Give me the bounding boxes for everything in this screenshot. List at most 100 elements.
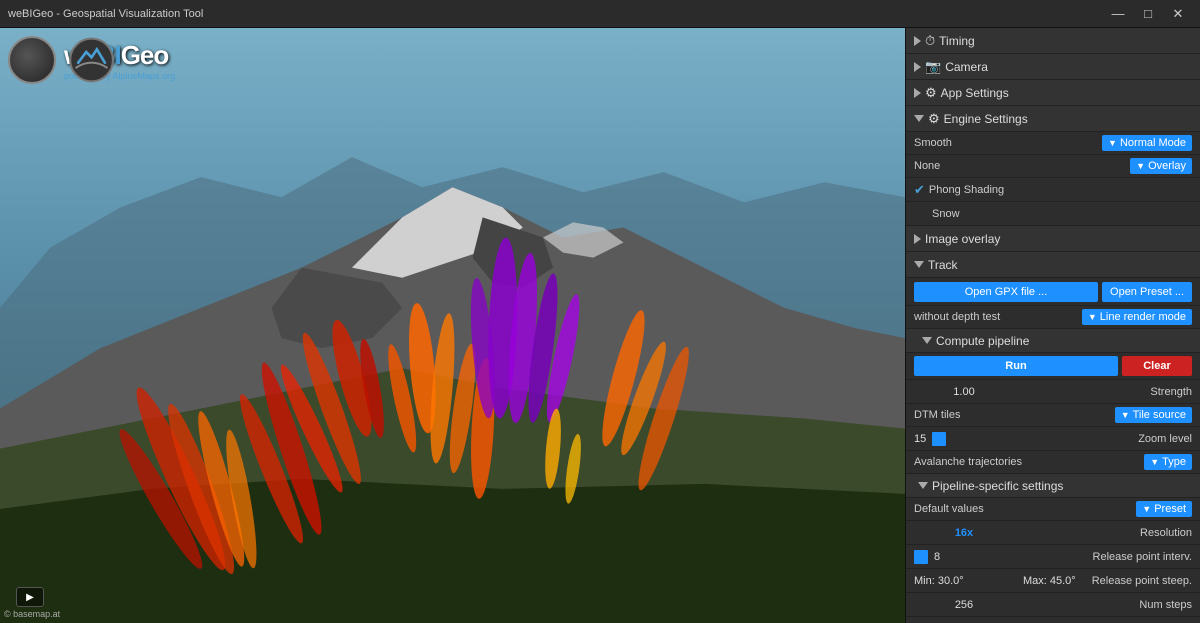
overlay-dropdown[interactable]: ▼ Overlay: [1130, 158, 1192, 174]
num-steps-row: 256 Num steps: [906, 593, 1200, 617]
image-overlay-header[interactable]: Image overlay: [906, 226, 1200, 252]
phong-checkmark-icon: ✔: [914, 182, 925, 198]
none-label: None: [914, 160, 940, 172]
strength-value: 1.00: [914, 386, 1014, 398]
camera-label: Camera: [945, 60, 988, 74]
terrain-svg: [0, 28, 905, 623]
strength-row: 1.00 Strength: [906, 380, 1200, 404]
titlebar: weBIGeo - Geospatial Visualization Tool …: [0, 0, 1200, 28]
image-overlay-label: Image overlay: [925, 232, 1000, 246]
num-steps-value: 256: [914, 599, 1014, 611]
default-values-row: Default values ▼ Preset: [906, 498, 1200, 521]
pipeline-specific-header[interactable]: Pipeline-specific settings: [906, 474, 1200, 498]
logo-icon: [8, 36, 56, 84]
preset-dropdown[interactable]: ▼ Preset: [1136, 501, 1192, 517]
engine-settings-gear-icon: ⚙: [928, 111, 940, 127]
zoom-level-label: Zoom level: [1138, 433, 1192, 445]
app-settings-expand-icon: [914, 88, 921, 98]
paths-row: 50000 Paths per release po.: [906, 617, 1200, 623]
snow-label: Snow: [914, 208, 960, 220]
line-render-mode-dropdown[interactable]: ▼ Line render mode: [1082, 309, 1192, 325]
track-section-header[interactable]: Track: [906, 252, 1200, 278]
overlay-label: Overlay: [1148, 160, 1186, 172]
app-settings-label: App Settings: [941, 86, 1009, 100]
timing-clock-icon: ⏱: [925, 33, 935, 49]
overlay-arrow-icon: ▼: [1136, 161, 1145, 171]
minimize-button[interactable]: —: [1104, 3, 1132, 25]
clear-button[interactable]: Clear: [1122, 356, 1192, 376]
normal-mode-label: Normal Mode: [1120, 137, 1186, 149]
default-values-label: Default values: [914, 503, 984, 515]
snow-row[interactable]: Snow: [906, 202, 1200, 226]
close-button[interactable]: ✕: [1164, 3, 1192, 25]
preset-arrow-icon: ▼: [1142, 504, 1151, 514]
timing-label: Timing: [939, 34, 975, 48]
play-button[interactable]: ▶: [16, 587, 44, 607]
normal-mode-dropdown[interactable]: ▼ Normal Mode: [1102, 135, 1192, 151]
open-gpx-button[interactable]: Open GPX file ...: [914, 282, 1098, 302]
app-settings-gear-icon: ⚙: [925, 85, 937, 101]
resolution-label: Resolution: [1140, 527, 1192, 539]
steepness-min-label: Min: 30.0°: [914, 575, 964, 587]
camera-section-header[interactable]: 📷 Camera: [906, 54, 1200, 80]
normal-mode-arrow-icon: ▼: [1108, 138, 1117, 148]
type-dropdown[interactable]: ▼ Type: [1144, 454, 1192, 470]
tile-source-label: Tile source: [1133, 409, 1186, 421]
tile-source-dropdown[interactable]: ▼ Tile source: [1115, 407, 1192, 423]
engine-settings-section-header[interactable]: ⚙ Engine Settings: [906, 106, 1200, 132]
pipeline-specific-label: Pipeline-specific settings: [932, 479, 1063, 493]
track-expand-icon: [914, 261, 924, 268]
line-render-arrow-icon: ▼: [1088, 312, 1097, 322]
compute-label: Compute pipeline: [936, 334, 1029, 348]
smooth-row: Smooth ▼ Normal Mode: [906, 132, 1200, 155]
camera-icon: 📷: [925, 59, 941, 75]
open-preset-button[interactable]: Open Preset ...: [1102, 282, 1192, 302]
gpx-preset-row: Open GPX file ... Open Preset ...: [906, 278, 1200, 306]
avalanche-row: Avalanche trajectories ▼ Type: [906, 451, 1200, 474]
timing-expand-icon: [914, 36, 921, 46]
tile-source-arrow-icon: ▼: [1121, 410, 1130, 420]
release-interval-value: 8: [934, 551, 940, 563]
depth-test-row: without depth test ▼ Line render mode: [906, 306, 1200, 329]
release-interval-row: 8 Release point interv.: [906, 545, 1200, 569]
app-logo: weBIGeo powered by AlpineMaps.org: [8, 36, 175, 84]
engine-settings-expand-icon: [914, 115, 924, 122]
run-clear-row: Run Clear: [906, 353, 1200, 380]
phong-shading-label: Phong Shading: [929, 184, 1004, 196]
preset-label: Preset: [1154, 503, 1186, 515]
resolution-row: 16x Resolution: [906, 521, 1200, 545]
app-title: weBIGeo - Geospatial Visualization Tool: [8, 8, 1104, 20]
track-label: Track: [928, 258, 958, 272]
3d-viewport[interactable]: weBIGeo powered by AlpineMaps.org ▶ © ba…: [0, 28, 905, 623]
basemap-credit: © basemap.at: [4, 609, 60, 619]
zoom-level-value: 15: [914, 433, 926, 445]
compute-pipeline-header[interactable]: Compute pipeline: [906, 329, 1200, 353]
run-button[interactable]: Run: [914, 356, 1118, 376]
strength-label: Strength: [1150, 386, 1192, 398]
timing-section-header[interactable]: ⏱ Timing: [906, 28, 1200, 54]
release-interval-label: Release point interv.: [1093, 551, 1192, 563]
steepness-range-row: Min: 30.0° Max: 45.0° Release point stee…: [906, 569, 1200, 593]
zoom-level-slider-icon[interactable]: [932, 432, 946, 446]
right-panel: ⏱ Timing 📷 Camera ⚙ App Settings ⚙ Engin…: [905, 28, 1200, 623]
dtm-tiles-row: DTM tiles ▼ Tile source: [906, 404, 1200, 427]
app-settings-section-header[interactable]: ⚙ App Settings: [906, 80, 1200, 106]
type-label: Type: [1162, 456, 1186, 468]
avalanche-label: Avalanche trajectories: [914, 456, 1022, 468]
release-interval-slider-icon[interactable]: [914, 550, 928, 564]
main-content: weBIGeo powered by AlpineMaps.org ▶ © ba…: [0, 28, 1200, 623]
phong-shading-row[interactable]: ✔ Phong Shading: [906, 178, 1200, 202]
steepness-max-label: Max: 45.0°: [1023, 575, 1076, 587]
resolution-value: 16x: [914, 527, 1014, 539]
window-controls: — □ ✕: [1104, 3, 1192, 25]
line-render-label: Line render mode: [1100, 311, 1186, 323]
image-overlay-expand-icon: [914, 234, 921, 244]
pipeline-specific-expand-icon: [918, 482, 928, 489]
engine-settings-label: Engine Settings: [944, 112, 1028, 126]
steepness-label: Release point steep.: [1092, 575, 1192, 587]
compute-expand-icon: [922, 337, 932, 344]
depth-test-label: without depth test: [914, 311, 1000, 323]
maximize-button[interactable]: □: [1134, 3, 1162, 25]
smooth-label: Smooth: [914, 137, 952, 149]
dtm-tiles-label: DTM tiles: [914, 409, 960, 421]
